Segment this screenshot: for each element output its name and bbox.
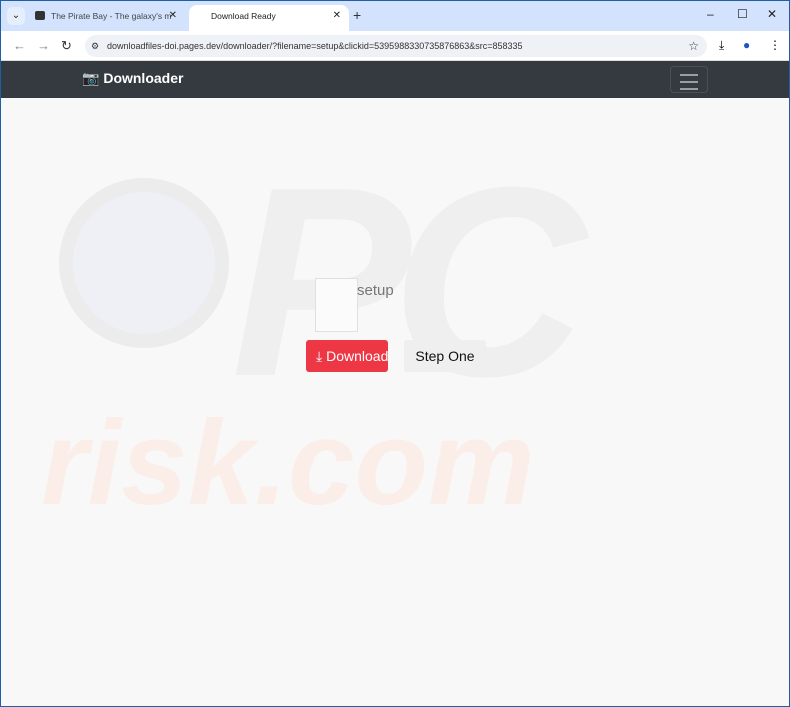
download-icon: ⤓ <box>316 348 323 364</box>
forward-icon[interactable]: → <box>37 38 50 53</box>
zip-file-icon <box>315 278 358 332</box>
new-tab-button[interactable]: + <box>353 7 361 23</box>
profile-icon[interactable]: ● <box>743 38 750 52</box>
close-tab-icon[interactable]: ✕ <box>333 5 341 27</box>
tab-pirate-bay[interactable]: The Pirate Bay - The galaxy's m ✕ <box>29 5 185 31</box>
tab-title: The Pirate Bay - The galaxy's m <box>51 11 172 21</box>
navbar-toggler-button[interactable] <box>670 66 708 93</box>
watermark-pc: PC <box>231 132 586 433</box>
tab-title: Download Ready <box>211 11 276 21</box>
main-content: PC risk.com setup ⤓ Download Step One <box>1 98 789 705</box>
downloads-icon[interactable]: ⤓ <box>719 38 724 53</box>
site-navbar: 📷 Downloader <box>1 61 789 98</box>
step-one-button[interactable]: Step One <box>404 340 486 372</box>
file-name: setup <box>357 282 394 299</box>
url-text: downloadfiles-doi.pages.dev/downloader/?… <box>107 41 523 51</box>
tab-bar: ⌄ The Pirate Bay - The galaxy's m ✕ Down… <box>1 1 789 31</box>
back-icon[interactable]: ← <box>13 38 26 53</box>
maximize-button[interactable]: ☐ <box>737 7 748 21</box>
brand-link[interactable]: 📷 Downloader <box>82 70 183 87</box>
close-tab-icon[interactable]: ✕ <box>169 5 177 27</box>
close-window-button[interactable]: ✕ <box>767 7 777 21</box>
reload-icon[interactable]: ↻ <box>61 38 72 54</box>
download-button[interactable]: ⤓ Download <box>306 340 388 372</box>
brand-text: Downloader <box>103 70 184 86</box>
bookmark-star-icon[interactable]: ☆ <box>688 35 699 57</box>
watermark-magnifier <box>59 178 229 348</box>
url-input[interactable]: ⚙ downloadfiles-doi.pages.dev/downloader… <box>85 35 707 57</box>
tab-search-button[interactable]: ⌄ <box>7 7 25 25</box>
camera-icon: 📷 <box>82 70 100 86</box>
address-bar-row: ← → ↻ ⚙ downloadfiles-doi.pages.dev/down… <box>1 31 789 61</box>
tab-download-ready[interactable]: Download Ready ✕ <box>189 5 349 31</box>
pirate-ship-icon <box>35 11 45 20</box>
browser-window: ⌄ The Pirate Bay - The galaxy's m ✕ Down… <box>1 1 789 706</box>
download-label: Download <box>326 348 388 364</box>
site-settings-icon[interactable]: ⚙ <box>91 35 99 57</box>
minimize-button[interactable]: – <box>707 7 714 21</box>
menu-dots-icon[interactable]: ⋮ <box>769 38 781 52</box>
watermark-risk: risk.com <box>41 396 535 530</box>
